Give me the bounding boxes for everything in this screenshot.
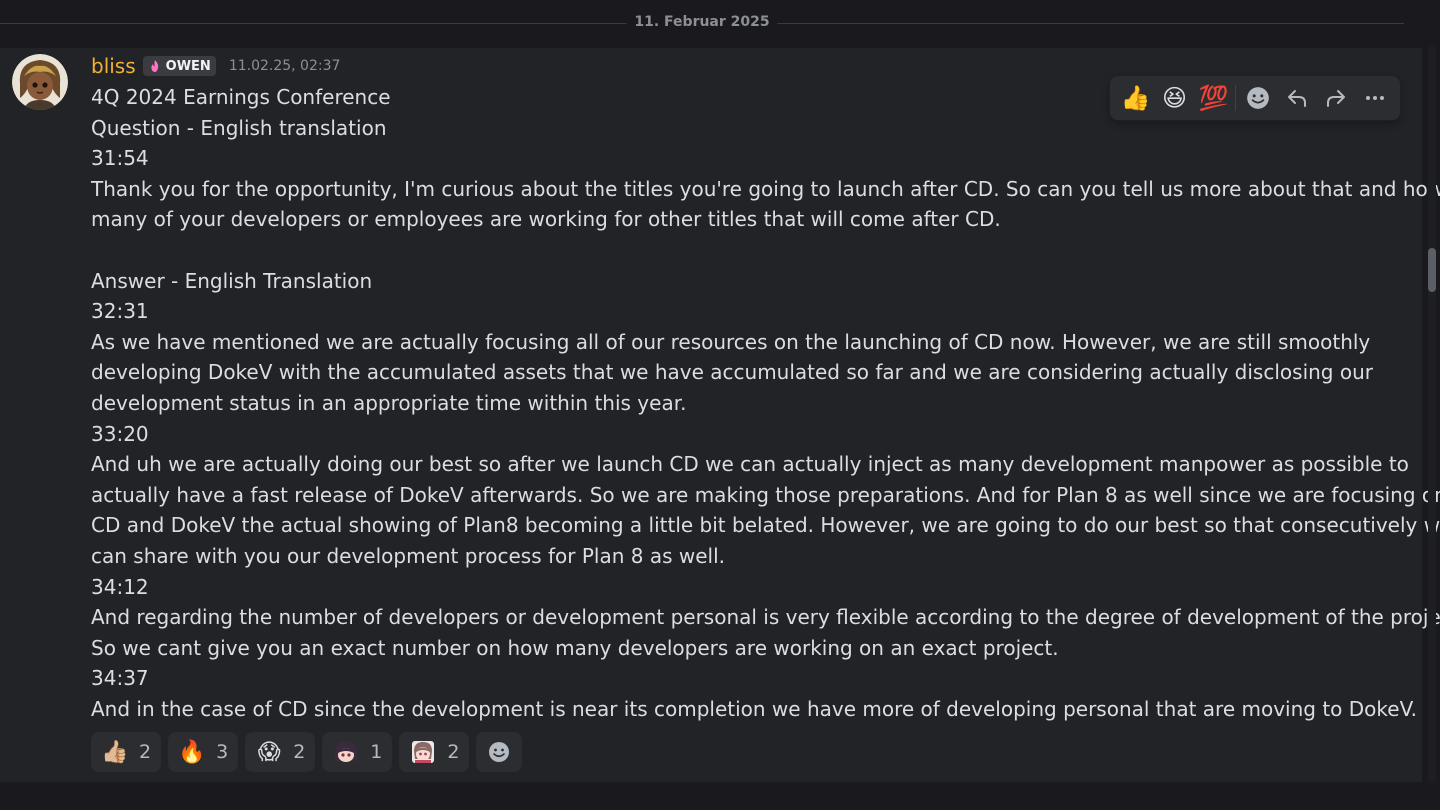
forward-icon bbox=[1326, 90, 1345, 107]
add-reaction-icon bbox=[489, 742, 510, 762]
reactions-bar: 👍🏼 2 🔥 3 😱 2 1 2 bbox=[91, 732, 523, 772]
message-line: 33:20 bbox=[91, 421, 149, 446]
bottom-area bbox=[0, 782, 1440, 810]
add-reaction-button[interactable] bbox=[476, 732, 523, 772]
message-line: And regarding the number of developers o… bbox=[91, 605, 1440, 630]
fire-icon: 🔥 bbox=[178, 739, 206, 765]
message-line: Answer - English Translation bbox=[91, 268, 373, 293]
laughing-face-icon: 😆 bbox=[1161, 84, 1188, 112]
message-line: 34:37 bbox=[91, 666, 149, 691]
more-options-button[interactable] bbox=[1355, 80, 1394, 116]
thumbs-up-icon: 👍 bbox=[1120, 84, 1151, 112]
message-header: bliss OWEN 11.02.25, 02:37 bbox=[91, 53, 340, 79]
thumbs-up-medium-skin-icon: 👍🏼 bbox=[101, 739, 129, 765]
message-line: So we cant give you an exact number on h… bbox=[91, 635, 1059, 660]
hundred-points-icon: 💯 bbox=[1198, 84, 1229, 112]
message-line: many of your developers or employees are… bbox=[91, 207, 1001, 232]
custom-anime-girl-emoji-icon-2 bbox=[409, 738, 437, 766]
message-line: 34:12 bbox=[91, 574, 149, 599]
message-line: And uh we are actually doing our best so… bbox=[91, 452, 1409, 477]
flame-tag-icon bbox=[151, 60, 158, 72]
reaction-thumbs-up[interactable]: 👍🏼 2 bbox=[91, 732, 162, 772]
reaction-count: 3 bbox=[216, 741, 229, 763]
avatar-image bbox=[12, 54, 68, 110]
date-divider-label: 11. Februar 2025 bbox=[626, 14, 778, 30]
reaction-count: 2 bbox=[447, 741, 460, 763]
username[interactable]: bliss bbox=[91, 54, 136, 78]
message-content: 4Q 2024 Earnings Conference Question - E… bbox=[91, 82, 1440, 724]
screaming-face-icon: 😱 bbox=[257, 739, 281, 765]
chat-view: 11. Februar 2025 bliss OWEN 11.02.25, 02… bbox=[0, 0, 1440, 810]
reply-button[interactable] bbox=[1277, 80, 1316, 116]
message-line: actually have a fast release of DokeV af… bbox=[91, 482, 1440, 507]
message-line: And in the case of CD since the developm… bbox=[91, 696, 1418, 721]
chat-message[interactable]: bliss OWEN 11.02.25, 02:37 4Q 2024 Earni… bbox=[0, 48, 1440, 782]
message-line: developing DokeV with the accumulated as… bbox=[91, 360, 1373, 385]
custom-anime-girl-emoji-icon bbox=[332, 738, 360, 766]
quick-reaction-hundred[interactable]: 💯 bbox=[1194, 80, 1233, 116]
message-line: can share with you our development proce… bbox=[91, 543, 725, 568]
role-tag-label: OWEN bbox=[165, 58, 211, 74]
reaction-custom-1[interactable]: 1 bbox=[322, 732, 393, 772]
forward-button[interactable] bbox=[1316, 80, 1355, 116]
more-options-icon bbox=[1365, 96, 1384, 100]
message-line: CD and DokeV the actual showing of Plan8… bbox=[91, 513, 1440, 538]
date-divider: 11. Februar 2025 bbox=[0, 0, 1404, 46]
reaction-count: 2 bbox=[139, 741, 152, 763]
quick-reaction-thumbs-up[interactable]: 👍 bbox=[1116, 80, 1155, 116]
reaction-fire[interactable]: 🔥 3 bbox=[168, 732, 239, 772]
message-line: 32:31 bbox=[91, 299, 149, 324]
message-timestamp[interactable]: 11.02.25, 02:37 bbox=[229, 58, 341, 74]
scrollbar-thumb[interactable] bbox=[1428, 248, 1436, 292]
avatar[interactable] bbox=[12, 54, 68, 110]
reaction-screaming-face[interactable]: 😱 2 bbox=[245, 732, 316, 772]
message-hover-toolbar: 👍 😆 💯 bbox=[1110, 76, 1400, 120]
role-tag[interactable]: OWEN bbox=[142, 56, 216, 76]
reaction-count: 2 bbox=[293, 741, 306, 763]
reply-icon bbox=[1287, 90, 1306, 107]
message-line: As we have mentioned we are actually foc… bbox=[91, 329, 1371, 354]
add-reaction-icon bbox=[1246, 87, 1269, 109]
message-line: Thank you for the opportunity, I'm curio… bbox=[91, 176, 1440, 201]
reaction-count: 1 bbox=[370, 741, 383, 763]
message-line: development status in an appropriate tim… bbox=[91, 390, 687, 415]
quick-reaction-laughing[interactable]: 😆 bbox=[1155, 80, 1194, 116]
reaction-custom-2[interactable]: 2 bbox=[399, 732, 470, 772]
toolbar-separator bbox=[1235, 85, 1236, 111]
message-line: 31:54 bbox=[91, 146, 149, 171]
scrollbar-track[interactable] bbox=[1428, 46, 1436, 782]
add-reaction-toolbar-button[interactable] bbox=[1238, 80, 1277, 116]
